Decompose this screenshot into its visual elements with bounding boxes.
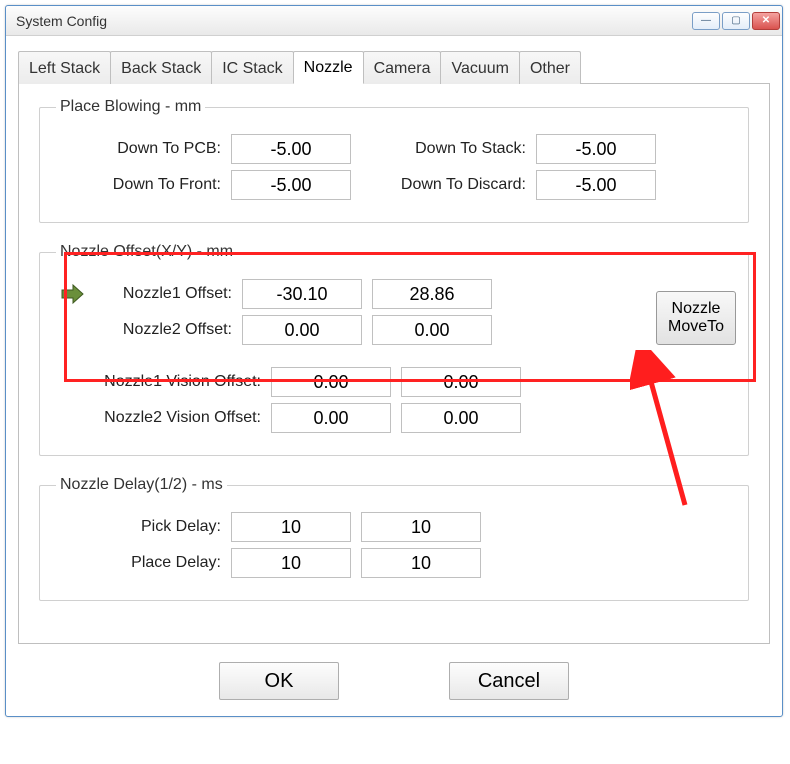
input-down-to-pcb[interactable]	[231, 134, 351, 164]
input-nozzle2-vision-y[interactable]	[401, 403, 521, 433]
label-nozzle1-vision-offset: Nozzle1 Vision Offset:	[56, 373, 261, 391]
tab-vacuum[interactable]: Vacuum	[440, 51, 520, 84]
input-down-to-discard[interactable]	[536, 170, 656, 200]
label-place-delay: Place Delay:	[56, 554, 221, 572]
row-nozzle1-offset: Nozzle1 Offset:	[56, 279, 732, 309]
cancel-button[interactable]: Cancel	[449, 662, 569, 700]
label-down-to-stack: Down To Stack:	[361, 140, 526, 158]
label-down-to-front: Down To Front:	[56, 176, 221, 194]
group-nozzle-offset: Nozzle Offset(X/Y) - mm Nozzle1 Offset:	[39, 243, 749, 456]
group-place-blowing-legend: Place Blowing - mm	[56, 98, 205, 116]
tab-camera[interactable]: Camera	[363, 51, 442, 84]
group-nozzle-delay-legend: Nozzle Delay(1/2) - ms	[56, 476, 227, 494]
group-place-blowing: Place Blowing - mm Down To PCB: Down To …	[39, 98, 749, 223]
system-config-window: System Config — ▢ ✕ Left Stack Back Stac…	[5, 5, 783, 717]
group-nozzle-delay: Nozzle Delay(1/2) - ms Pick Delay: Place…	[39, 476, 749, 601]
input-nozzle1-offset-x[interactable]	[242, 279, 362, 309]
group-nozzle-offset-legend: Nozzle Offset(X/Y) - mm	[56, 243, 237, 261]
client-area: Left Stack Back Stack IC Stack Nozzle Ca…	[6, 36, 782, 716]
row-place-delay: Place Delay:	[56, 548, 732, 578]
dialog-buttons: OK Cancel	[18, 662, 770, 700]
window-title: System Config	[16, 13, 692, 29]
input-down-to-stack[interactable]	[536, 134, 656, 164]
row-nozzle2-vision-offset: Nozzle2 Vision Offset:	[56, 403, 732, 433]
window-buttons: — ▢ ✕	[692, 12, 780, 30]
input-pick-delay-1[interactable]	[231, 512, 351, 542]
input-nozzle1-offset-y[interactable]	[372, 279, 492, 309]
nozzle-moveto-button[interactable]: Nozzle MoveTo	[656, 291, 736, 345]
input-nozzle2-offset-y[interactable]	[372, 315, 492, 345]
minimize-icon: —	[701, 15, 711, 26]
input-down-to-front[interactable]	[231, 170, 351, 200]
label-pick-delay: Pick Delay:	[56, 518, 221, 536]
input-nozzle2-vision-x[interactable]	[271, 403, 391, 433]
input-pick-delay-2[interactable]	[361, 512, 481, 542]
row-down-to-pcb: Down To PCB: Down To Stack:	[56, 134, 732, 164]
row-pick-delay: Pick Delay:	[56, 512, 732, 542]
titlebar[interactable]: System Config — ▢ ✕	[6, 6, 782, 36]
arrow-right-icon	[57, 279, 87, 309]
maximize-icon: ▢	[731, 15, 740, 26]
minimize-button[interactable]: —	[692, 12, 720, 30]
close-button[interactable]: ✕	[752, 12, 780, 30]
label-nozzle2-offset: Nozzle2 Offset:	[102, 321, 232, 339]
maximize-button[interactable]: ▢	[722, 12, 750, 30]
row-down-to-front: Down To Front: Down To Discard:	[56, 170, 732, 200]
input-nozzle1-vision-x[interactable]	[271, 367, 391, 397]
tab-page-nozzle: Place Blowing - mm Down To PCB: Down To …	[18, 84, 770, 644]
tab-nozzle[interactable]: Nozzle	[293, 51, 364, 84]
label-down-to-discard: Down To Discard:	[361, 176, 526, 194]
current-nozzle-arrow	[56, 279, 92, 309]
tab-strip: Left Stack Back Stack IC Stack Nozzle Ca…	[18, 50, 770, 84]
close-icon: ✕	[762, 15, 770, 26]
label-down-to-pcb: Down To PCB:	[56, 140, 221, 158]
nozzle-moveto-label: Nozzle MoveTo	[663, 300, 729, 337]
input-nozzle1-vision-y[interactable]	[401, 367, 521, 397]
input-place-delay-2[interactable]	[361, 548, 481, 578]
input-nozzle2-offset-x[interactable]	[242, 315, 362, 345]
input-place-delay-1[interactable]	[231, 548, 351, 578]
tab-back-stack[interactable]: Back Stack	[110, 51, 212, 84]
row-nozzle1-vision-offset: Nozzle1 Vision Offset:	[56, 367, 732, 397]
label-nozzle1-offset: Nozzle1 Offset:	[102, 285, 232, 303]
row-nozzle2-offset: Nozzle2 Offset:	[56, 315, 732, 345]
tab-other[interactable]: Other	[519, 51, 581, 84]
ok-button[interactable]: OK	[219, 662, 339, 700]
tab-left-stack[interactable]: Left Stack	[18, 51, 111, 84]
label-nozzle2-vision-offset: Nozzle2 Vision Offset:	[56, 409, 261, 427]
ok-button-label: OK	[265, 670, 294, 693]
tab-ic-stack[interactable]: IC Stack	[211, 51, 293, 84]
cancel-button-label: Cancel	[478, 670, 540, 693]
